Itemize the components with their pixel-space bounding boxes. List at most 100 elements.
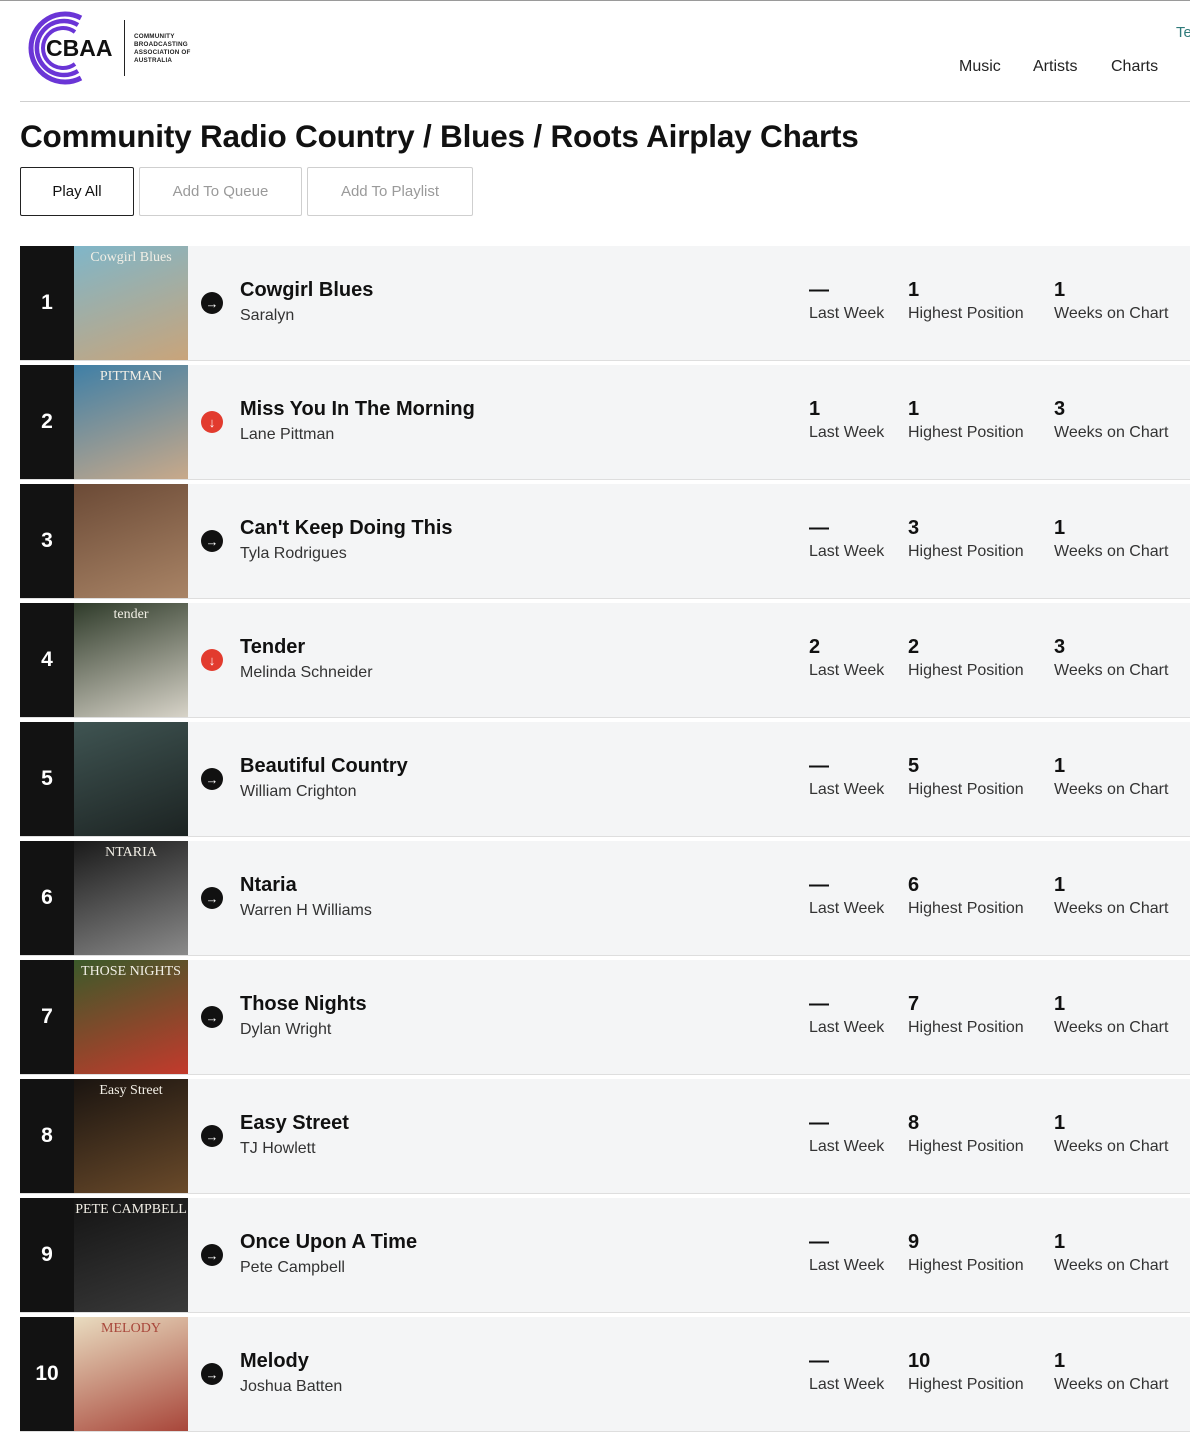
track-artist[interactable]: Joshua Batten [240, 1378, 342, 1396]
highest-position-stat: 5 Highest Position [908, 755, 1024, 799]
highest-position-label: Highest Position [908, 1138, 1024, 1155]
chart-row[interactable]: 4 tender ↓ Tender Melinda Schneider 2 Last Wee… [20, 603, 1190, 718]
chart-rank: 6 [20, 841, 74, 955]
album-art[interactable]: Cowgirl Blues [74, 246, 188, 360]
album-art[interactable] [74, 484, 188, 598]
highest-position-value: 2 [908, 636, 920, 658]
album-art[interactable]: Easy Street [74, 1079, 188, 1193]
play-all-button[interactable]: Play All [20, 167, 134, 216]
track-title[interactable]: Can't Keep Doing This [240, 517, 453, 540]
track-title[interactable]: Miss You In The Morning [240, 398, 475, 421]
chart-row[interactable]: 3 → Can't Keep Doing This Tyla Rodrigues — La… [20, 484, 1190, 599]
highest-position-value: 3 [908, 517, 920, 539]
weeks-on-chart-value: 1 [1054, 755, 1066, 777]
chart-row[interactable]: 7 THOSE NIGHTS → Those Nights Dylan Wright — L… [20, 960, 1190, 1075]
highest-position-stat: 10 Highest Position [908, 1350, 1024, 1394]
highest-position-stat: 2 Highest Position [908, 636, 1024, 680]
last-week-value: — [809, 1231, 829, 1253]
track-title[interactable]: Tender [240, 636, 305, 659]
weeks-on-chart-value: 1 [1054, 279, 1066, 301]
chart-row[interactable]: 8 Easy Street → Easy Street TJ Howlett — Last … [20, 1079, 1190, 1194]
weeks-on-chart-stat: 1 Weeks on Chart [1054, 1350, 1168, 1394]
weeks-on-chart-value: 1 [1054, 1112, 1066, 1134]
weeks-on-chart-stat: 1 Weeks on Chart [1054, 279, 1168, 323]
nav-artists[interactable]: Artists [1033, 58, 1077, 76]
track-artist[interactable]: William Crighton [240, 783, 356, 801]
chart-rank: 8 [20, 1079, 74, 1193]
chart-row[interactable]: 9 PETE CAMPBELL → Once Upon A Time Pete Camp… [20, 1198, 1190, 1313]
weeks-on-chart-stat: 1 Weeks on Chart [1054, 874, 1168, 918]
chart-row[interactable]: 2 PITTMAN ↓ Miss You In The Morning Lane Pit… [20, 365, 1190, 480]
track-artist[interactable]: Pete Campbell [240, 1259, 345, 1277]
nav-charts[interactable]: Charts [1111, 58, 1158, 76]
highest-position-value: 9 [908, 1231, 920, 1253]
chart-row[interactable]: 1 Cowgirl Blues → Cowgirl Blues Saralyn — Last… [20, 246, 1190, 361]
highest-position-stat: 6 Highest Position [908, 874, 1024, 918]
weeks-on-chart-value: 1 [1054, 517, 1066, 539]
album-art[interactable]: PETE CAMPBELL [74, 1198, 188, 1312]
album-art-text: PETE CAMPBELL [75, 1202, 187, 1217]
track-title[interactable]: Easy Street [240, 1112, 349, 1135]
nav-music[interactable]: Music [959, 58, 1001, 76]
weeks-on-chart-value: 1 [1054, 993, 1066, 1015]
last-week-label: Last Week [809, 781, 885, 798]
album-art[interactable]: THOSE NIGHTS [74, 960, 188, 1074]
last-week-value: — [809, 279, 829, 301]
track-title[interactable]: Once Upon A Time [240, 1231, 417, 1254]
cbaa-logo[interactable]: CBAA COMMUNITY BROADCASTING ASSOCIATION … [19, 10, 199, 86]
highest-position-value: 8 [908, 1112, 920, 1134]
highest-position-label: Highest Position [908, 662, 1024, 679]
weeks-on-chart-label: Weeks on Chart [1054, 900, 1169, 917]
arrow-right-icon: → [201, 768, 223, 790]
track-artist[interactable]: Melinda Schneider [240, 664, 373, 682]
last-week-label: Last Week [809, 305, 885, 322]
weeks-on-chart-label: Weeks on Chart [1054, 662, 1169, 679]
highest-position-label: Highest Position [908, 1019, 1024, 1036]
track-title[interactable]: Beautiful Country [240, 755, 408, 778]
last-week-value: 2 [809, 636, 821, 658]
chart-row[interactable]: 10 MELODY → Melody Joshua Batten — Last Week 10… [20, 1317, 1190, 1432]
last-week-label: Last Week [809, 662, 885, 679]
track-title[interactable]: Ntaria [240, 874, 297, 897]
last-week-label: Last Week [809, 1019, 885, 1036]
track-title[interactable]: Cowgirl Blues [240, 279, 373, 302]
weeks-on-chart-label: Weeks on Chart [1054, 781, 1169, 798]
highest-position-stat: 9 Highest Position [908, 1231, 1024, 1275]
album-art-text: NTARIA [105, 845, 157, 860]
highest-position-value: 1 [908, 398, 920, 420]
album-art[interactable]: tender [74, 603, 188, 717]
last-week-value: — [809, 1112, 829, 1134]
last-week-stat: — Last Week [809, 874, 884, 918]
track-title[interactable]: Melody [240, 1350, 309, 1373]
weeks-on-chart-label: Weeks on Chart [1054, 543, 1169, 560]
album-art[interactable]: NTARIA [74, 841, 188, 955]
track-title[interactable]: Those Nights [240, 993, 367, 1016]
weeks-on-chart-value: 3 [1054, 636, 1066, 658]
album-art[interactable]: PITTMAN [74, 365, 188, 479]
highest-position-stat: 7 Highest Position [908, 993, 1024, 1037]
chart-row[interactable]: 6 NTARIA → Ntaria Warren H Williams — Last Wee… [20, 841, 1190, 956]
track-artist[interactable]: Tyla Rodrigues [240, 545, 347, 563]
top-right-link-partial[interactable]: Te [1176, 24, 1190, 41]
album-art-text: tender [113, 607, 149, 622]
weeks-on-chart-value: 1 [1054, 1231, 1066, 1253]
album-art[interactable] [74, 722, 188, 836]
weeks-on-chart-value: 3 [1054, 398, 1066, 420]
album-art[interactable]: MELODY [74, 1317, 188, 1431]
add-to-queue-button[interactable]: Add To Queue [139, 167, 302, 216]
track-artist[interactable]: Dylan Wright [240, 1021, 331, 1039]
arrow-right-icon: → [201, 1125, 223, 1147]
chart-rank: 7 [20, 960, 74, 1074]
track-artist[interactable]: Lane Pittman [240, 426, 334, 444]
track-artist[interactable]: TJ Howlett [240, 1140, 316, 1158]
track-artist[interactable]: Warren H Williams [240, 902, 372, 920]
add-to-playlist-button[interactable]: Add To Playlist [307, 167, 473, 216]
weeks-on-chart-label: Weeks on Chart [1054, 1257, 1169, 1274]
last-week-value: — [809, 755, 829, 777]
highest-position-label: Highest Position [908, 543, 1024, 560]
highest-position-label: Highest Position [908, 900, 1024, 917]
last-week-stat: 1 Last Week [809, 398, 884, 442]
chart-row[interactable]: 5 → Beautiful Country William Crighton — Last… [20, 722, 1190, 837]
track-artist[interactable]: Saralyn [240, 307, 294, 325]
weeks-on-chart-stat: 3 Weeks on Chart [1054, 398, 1168, 442]
